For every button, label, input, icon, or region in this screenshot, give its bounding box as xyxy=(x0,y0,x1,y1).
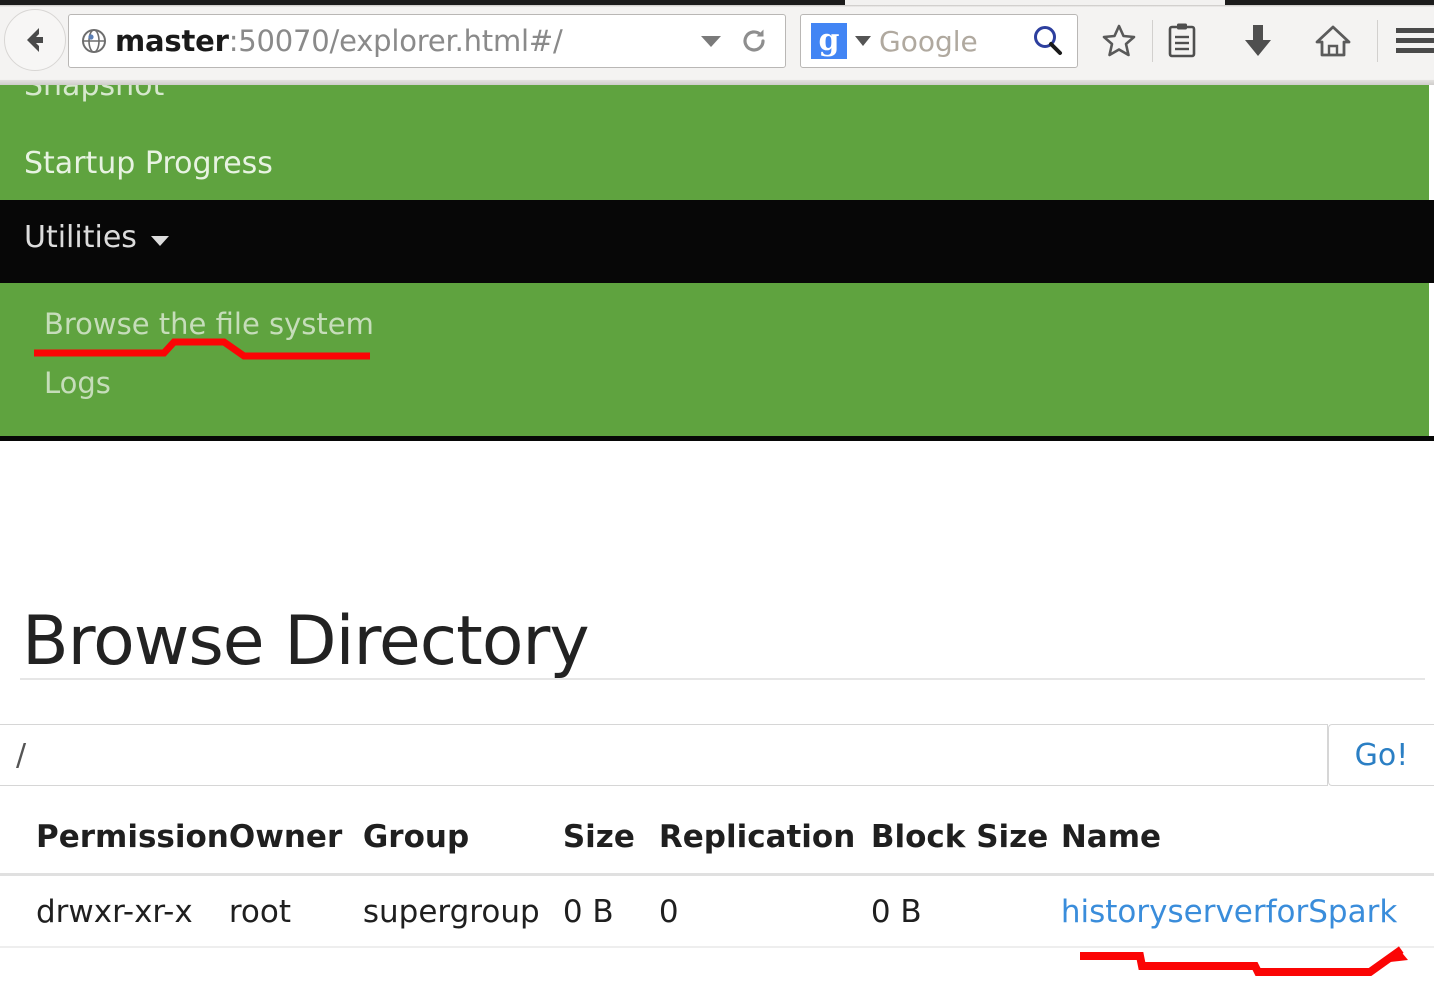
download-arrow-icon[interactable] xyxy=(1231,14,1285,68)
chevron-down-icon[interactable] xyxy=(701,35,721,47)
cell-group: supergroup xyxy=(362,874,563,948)
utilities-label: Utilities xyxy=(24,220,137,255)
column-header-owner[interactable]: Owner xyxy=(228,811,363,876)
cell-block-size: 0 B xyxy=(870,874,1061,948)
page-title: Browse Directory xyxy=(22,601,590,681)
page-content: Browse Directory Go! Permission Owner Gr… xyxy=(0,441,1434,982)
column-header-size[interactable]: Size xyxy=(562,811,659,876)
caret-down-icon xyxy=(150,235,169,246)
utilities-menu-bar: Utilities xyxy=(0,200,1434,283)
reader-list-icon[interactable] xyxy=(1155,14,1209,68)
cell-replication: 0 xyxy=(658,874,871,948)
file-listing-table: Permission Owner Group Size Replication … xyxy=(0,811,1434,948)
column-header-permission[interactable]: Permission xyxy=(0,811,229,876)
utilities-dropdown-menu: Browse the file system Logs xyxy=(0,283,1429,436)
dropdown-item-browse-filesystem[interactable]: Browse the file system xyxy=(44,307,374,341)
column-header-group[interactable]: Group xyxy=(362,811,563,876)
cell-size: 0 B xyxy=(562,874,659,948)
title-divider xyxy=(20,678,1425,680)
search-input[interactable]: Google xyxy=(879,25,1031,58)
star-icon[interactable] xyxy=(1092,14,1146,68)
file-link-historyserverforspark[interactable]: historyserverforSpark xyxy=(1061,894,1397,930)
nav-item-startup-progress[interactable]: Startup Progress xyxy=(24,146,273,181)
toolbar-divider-1 xyxy=(1152,20,1153,62)
column-header-name[interactable]: Name xyxy=(1060,811,1434,876)
globe-icon[interactable] xyxy=(81,28,107,54)
utilities-dropdown-toggle[interactable]: Utilities xyxy=(24,220,169,255)
hamburger-menu-icon[interactable] xyxy=(1388,14,1434,68)
path-input[interactable] xyxy=(0,724,1328,786)
browser-chrome: master:50070/explorer.html#/ g Google xyxy=(0,0,1434,85)
file-table-header-row: Permission Owner Group Size Replication … xyxy=(0,811,1434,876)
hdfs-navbar-upper: Snapshot Startup Progress xyxy=(0,85,1429,200)
reload-icon[interactable] xyxy=(737,24,771,58)
address-bar-url: master:50070/explorer.html#/ xyxy=(115,24,563,58)
back-arrow-icon xyxy=(18,23,52,57)
chevron-down-icon[interactable] xyxy=(855,36,871,46)
path-input-group: Go! xyxy=(0,724,1434,786)
toolbar-divider-2 xyxy=(1377,20,1378,62)
cell-owner: root xyxy=(228,874,363,948)
cell-name: historyserverforSpark xyxy=(1060,874,1434,948)
home-icon[interactable] xyxy=(1306,14,1360,68)
search-icon[interactable] xyxy=(1031,24,1065,58)
table-row: drwxr-xr-x root supergroup 0 B 0 0 B his… xyxy=(0,874,1434,948)
nav-item-snapshot[interactable]: Snapshot xyxy=(24,85,164,103)
file-table-body: drwxr-xr-x root supergroup 0 B 0 0 B his… xyxy=(0,874,1434,948)
dropdown-item-logs[interactable]: Logs xyxy=(44,366,111,400)
search-bar[interactable]: g Google xyxy=(800,14,1078,68)
go-button[interactable]: Go! xyxy=(1328,724,1434,786)
cell-permission: drwxr-xr-x xyxy=(0,874,229,948)
back-button[interactable] xyxy=(4,9,66,71)
address-bar[interactable]: master:50070/explorer.html#/ xyxy=(68,14,786,68)
google-logo-icon[interactable]: g xyxy=(811,23,847,59)
column-header-block-size[interactable]: Block Size xyxy=(870,811,1061,876)
file-table-head: Permission Owner Group Size Replication … xyxy=(0,811,1434,876)
column-header-replication[interactable]: Replication xyxy=(658,811,871,876)
